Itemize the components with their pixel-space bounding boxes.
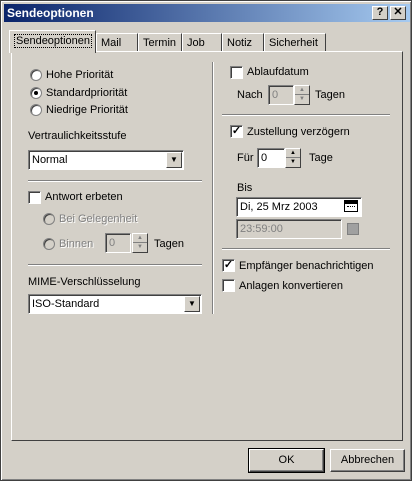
- reply-days-spinner[interactable]: ▲ ▼: [132, 233, 148, 253]
- reply-days-value: 0: [109, 237, 116, 249]
- window-title: Sendeoptionen: [7, 6, 94, 20]
- reply-days-input[interactable]: 0: [105, 233, 131, 253]
- delay-days-unit: Tage: [309, 152, 333, 164]
- divider: [28, 264, 202, 266]
- chevron-down-icon[interactable]: ▼: [184, 296, 200, 312]
- confidentiality-value: Normal: [32, 154, 68, 166]
- confidentiality-label: Vertraulichkeitsstufe: [28, 130, 127, 142]
- reply-requested-checkbox[interactable]: [28, 191, 41, 204]
- column-divider: [212, 62, 214, 314]
- tab-job[interactable]: Job: [182, 33, 222, 52]
- divider: [28, 180, 202, 182]
- help-button[interactable]: ?: [372, 6, 388, 20]
- dialog-window: Sendeoptionen ? ✕ Sendeoptionen Mail Ter…: [0, 0, 412, 481]
- tab-sicherheit[interactable]: Sicherheit: [264, 33, 326, 52]
- tab-mail[interactable]: Mail: [96, 33, 138, 52]
- expiry-days-input[interactable]: 0: [268, 85, 294, 105]
- ok-button[interactable]: OK: [248, 448, 325, 473]
- reply-requested-label: Antwort erbeten: [45, 191, 123, 203]
- radio-standard-priority[interactable]: [30, 87, 42, 99]
- time-picker-icon[interactable]: [347, 223, 359, 235]
- chevron-down-icon[interactable]: ▼: [166, 152, 182, 168]
- delay-date-value: Di, 25 Mrz 2003: [240, 201, 318, 213]
- mime-value: ISO-Standard: [32, 298, 100, 310]
- spin-up-icon[interactable]: ▲: [133, 234, 147, 243]
- delay-days-value: 0: [261, 152, 268, 164]
- delay-delivery-label: Zustellung verzögern: [247, 126, 350, 138]
- confidentiality-select[interactable]: Normal ▼: [28, 150, 184, 170]
- spin-down-icon[interactable]: ▼: [295, 95, 309, 104]
- expiry-days-value: 0: [272, 89, 279, 101]
- until-label: Bis: [237, 182, 253, 194]
- tab-notiz[interactable]: Notiz: [222, 33, 264, 52]
- reply-days-unit: Tagen: [154, 238, 184, 250]
- expiry-checkbox[interactable]: [230, 66, 243, 79]
- notify-recipient-checkbox[interactable]: ✓: [222, 259, 235, 272]
- notify-recipient-label: Empfänger benachrichtigen: [239, 260, 374, 272]
- radio-selected-dot: [34, 91, 38, 95]
- expiry-days-spinner[interactable]: ▲ ▼: [294, 85, 310, 105]
- tab-label: Mail: [101, 37, 122, 49]
- tab-label: Termin: [143, 37, 177, 49]
- standard-priority-label: Standardpriorität: [46, 87, 128, 99]
- tab-label: Sicherheit: [269, 37, 318, 49]
- spin-down-icon[interactable]: ▼: [286, 158, 300, 167]
- title-bar: Sendeoptionen ? ✕: [4, 4, 410, 22]
- delay-for-label: Für: [237, 152, 254, 164]
- expiry-days-unit: Tagen: [315, 89, 345, 101]
- spin-down-icon[interactable]: ▼: [133, 243, 147, 252]
- low-priority-label: Niedrige Priorität: [46, 104, 128, 116]
- when-convenient-label: Bei Gelegenheit: [59, 213, 138, 225]
- within-label: Binnen: [59, 238, 94, 250]
- close-button[interactable]: ✕: [390, 6, 406, 20]
- delay-delivery-checkbox[interactable]: ✓: [230, 125, 243, 138]
- radio-when-convenient[interactable]: [43, 213, 55, 225]
- tab-panel: Hohe Priorität Standardpriorität Niedrig…: [11, 51, 403, 441]
- tab-termin[interactable]: Termin: [138, 33, 182, 52]
- divider: [222, 248, 390, 250]
- mime-label: MIME-Verschlüsselung: [28, 276, 141, 288]
- expiry-label: Ablaufdatum: [247, 66, 309, 78]
- delay-time-input[interactable]: 23:59:00: [236, 219, 342, 239]
- convert-attachments-label: Anlagen konvertieren: [239, 280, 343, 292]
- checkmark-icon: ✓: [231, 125, 242, 137]
- convert-attachments-checkbox[interactable]: [222, 279, 235, 292]
- radio-low-priority[interactable]: [30, 104, 42, 116]
- tab-label: Sendeoptionen: [14, 34, 93, 48]
- tab-label: Job: [187, 37, 205, 49]
- tab-label: Notiz: [227, 37, 253, 49]
- radio-high-priority[interactable]: [30, 69, 42, 81]
- cancel-button[interactable]: Abbrechen: [330, 449, 405, 472]
- tab-sendeoptionen[interactable]: Sendeoptionen: [9, 30, 96, 53]
- spin-up-icon[interactable]: ▲: [295, 86, 309, 95]
- high-priority-label: Hohe Priorität: [46, 69, 114, 81]
- checkmark-icon: ✓: [223, 259, 234, 271]
- divider: [222, 114, 390, 116]
- calendar-icon[interactable]: [344, 200, 358, 212]
- spin-up-icon[interactable]: ▲: [286, 149, 300, 158]
- delay-date-input[interactable]: Di, 25 Mrz 2003: [236, 197, 362, 217]
- mime-select[interactable]: ISO-Standard ▼: [28, 294, 202, 314]
- delay-days-input[interactable]: 0: [257, 148, 285, 168]
- delay-days-spinner[interactable]: ▲ ▼: [285, 148, 301, 168]
- delay-time-value: 23:59:00: [240, 223, 283, 235]
- radio-within[interactable]: [43, 238, 55, 250]
- expiry-after-label: Nach: [237, 89, 263, 101]
